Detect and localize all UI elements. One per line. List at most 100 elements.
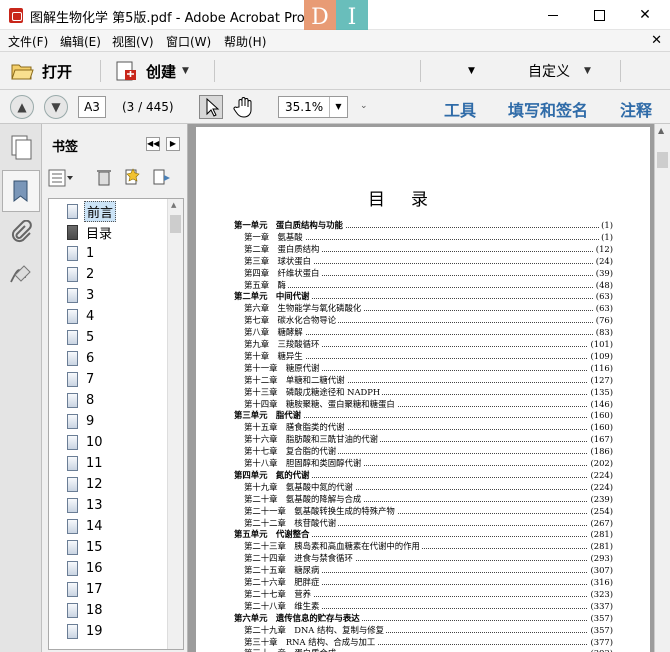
bookmark-item[interactable]: 7: [67, 369, 94, 389]
bookmark-item[interactable]: 5: [67, 327, 94, 347]
bookmark-item[interactable]: 16: [67, 558, 103, 578]
bookmark-item[interactable]: 目录: [67, 222, 112, 242]
bookmark-item[interactable]: 14: [67, 516, 103, 536]
bookmark-item[interactable]: 15: [67, 537, 103, 557]
menu-edit[interactable]: 编辑(E): [60, 33, 101, 50]
document-viewport[interactable]: 目录 第一单元 蛋白质结构与功能 (1) 第一章 氨基酸 (1) 第二章 蛋白质结构 (1…: [188, 124, 670, 652]
toc-chapter-entry[interactable]: 第十三章 磷酸戊糖途径和 NADPH (135): [244, 386, 613, 398]
toc-entry-page: (316): [588, 577, 613, 588]
bookmark-tree[interactable]: ▲ 前言 目录 1 2 3 4 5 6 7 8 9 10 11 12 13 14 15 16 17 18 19: [48, 198, 184, 650]
expand-bookmark-icon[interactable]: [152, 168, 172, 186]
toc-chapter-entry[interactable]: 第二十三章 胰岛素和高血糖素在代谢中的作用 (281): [244, 541, 613, 553]
close-button[interactable]: ✕: [622, 0, 668, 30]
minimize-button[interactable]: [530, 0, 576, 30]
menu-file[interactable]: 文件(F): [8, 33, 48, 50]
bookmark-item[interactable]: 前言: [67, 200, 117, 222]
create-button[interactable]: 创建 ▼: [114, 56, 189, 86]
toc-unit-entry[interactable]: 第五单元 代谢整合 (281): [234, 529, 613, 541]
menu-view[interactable]: 视图(V): [112, 33, 154, 50]
toc-chapter-entry[interactable]: 第九章 三羧酸循环 (101): [244, 339, 613, 350]
toc-unit-entry[interactable]: 第二单元 中间代谢 (63): [234, 291, 613, 303]
bookmark-item[interactable]: 10: [67, 432, 103, 452]
toc-chapter-entry[interactable]: 第十八章 胆固醇和类固醇代谢 (202): [244, 458, 613, 469]
toc-chapter-entry[interactable]: 第二十九章 DNA 结构、复制与修复 (357): [244, 624, 613, 636]
toc-chapter-entry[interactable]: 第六章 生物能学与氧化磷酸化 (63): [244, 303, 613, 315]
open-button[interactable]: 打开: [10, 56, 72, 86]
options-menu-icon[interactable]: [48, 168, 74, 188]
zoom-select[interactable]: 35.1% ▼: [278, 96, 348, 118]
toc-chapter-entry[interactable]: 第四章 纤维状蛋白 (39): [244, 267, 613, 279]
toc-chapter-entry[interactable]: 第二十六章 肥胖症 (316): [244, 577, 613, 588]
toc-chapter-entry[interactable]: 第一章 氨基酸 (1): [244, 231, 613, 243]
toc-chapter-entry[interactable]: 第二十五章 糖尿病 (307): [244, 565, 613, 577]
toc-chapter-entry[interactable]: 第二十章 氨基酸的降解与合成 (239): [244, 493, 613, 505]
toc-chapter-entry[interactable]: 第三十章 RNA 结构、合成与加工 (377): [244, 636, 613, 648]
toc-chapter-entry[interactable]: 第十七章 复合脂的代谢 (186): [244, 446, 613, 458]
toc-chapter-entry[interactable]: 第二十二章 核苷酸代谢 (267): [244, 517, 613, 529]
bookmark-item[interactable]: 18: [67, 600, 103, 620]
toc-chapter-entry[interactable]: 第八章 糖酵解 (83): [244, 327, 613, 339]
bookmark-item[interactable]: 1: [67, 243, 94, 263]
select-tool-button[interactable]: [199, 95, 223, 119]
chevron-down-icon: ▼: [584, 66, 591, 76]
toc-chapter-entry[interactable]: 第十四章 糖胺聚糖、蛋白聚糖和糖蛋白 (146): [244, 398, 613, 410]
bookmark-item[interactable]: 11: [67, 453, 103, 473]
hand-tool-button[interactable]: [233, 95, 257, 119]
toc-chapter-entry[interactable]: 第二十八章 维生素 (337): [244, 600, 613, 612]
tools-pane-button[interactable]: 工具: [444, 97, 476, 121]
panel-options-button[interactable]: ▶: [166, 137, 180, 151]
bookmarks-tab[interactable]: [2, 170, 40, 212]
toc-unit-entry[interactable]: 第一单元 蛋白质结构与功能 (1): [234, 220, 613, 231]
bookmark-item[interactable]: 12: [67, 474, 103, 494]
bookmark-item[interactable]: 19: [67, 621, 103, 641]
bookmark-item[interactable]: 3: [67, 285, 94, 305]
next-page-button[interactable]: ▼: [44, 95, 68, 119]
toc-unit-entry[interactable]: 第六单元 遗传信息的贮存与表达 (357): [234, 612, 613, 624]
previous-page-button[interactable]: ▲: [10, 95, 34, 119]
new-bookmark-icon[interactable]: [124, 168, 142, 186]
toc-chapter-entry[interactable]: 第十二章 单糖和二糖代谢 (127): [244, 374, 613, 386]
toc-chapter-entry[interactable]: 第五章 酶 (48): [244, 279, 613, 291]
bookmark-item[interactable]: 9: [67, 411, 94, 431]
menu-window[interactable]: 窗口(W): [166, 33, 211, 50]
page-thumbnails-icon[interactable]: [8, 134, 34, 160]
toc-chapter-entry[interactable]: 第十一章 糖原代谢 (116): [244, 362, 613, 374]
collapse-panel-button[interactable]: ◀◀: [146, 137, 160, 151]
toc-unit-entry[interactable]: 第三单元 脂代谢 (160): [234, 410, 613, 422]
toc-unit-entry[interactable]: 第四单元 氮的代谢 (224): [234, 469, 613, 481]
toc-chapter-entry[interactable]: 第十章 糖异生 (109): [244, 350, 613, 362]
bookmark-item[interactable]: 13: [67, 495, 103, 515]
close-document-icon[interactable]: ✕: [651, 33, 662, 48]
bookmark-item[interactable]: 4: [67, 306, 94, 326]
signatures-icon[interactable]: [8, 262, 34, 288]
toc-chapter-entry[interactable]: 第十九章 氨基酸中氮的代谢 (224): [244, 481, 613, 493]
bookmark-item[interactable]: 6: [67, 348, 94, 368]
gear-dropdown-icon[interactable]: ▼: [468, 66, 475, 76]
toc-chapter-entry[interactable]: 第七章 碳水化合物导论 (76): [244, 315, 613, 327]
more-tools-icon[interactable]: ⌄: [360, 101, 368, 111]
toc-chapter-entry[interactable]: 第十六章 脂肪酸和三酰甘油的代谢 (167): [244, 434, 613, 446]
customize-button[interactable]: 自定义 ▼: [528, 56, 591, 86]
toc-chapter-entry[interactable]: 第二十一章 氨基酸转换生成的特殊产物 (254): [244, 505, 613, 517]
toc-chapter-entry[interactable]: 第三十一章 蛋白质合成 (393): [244, 648, 613, 652]
toc-chapter-entry[interactable]: 第二十四章 进食与禁食循环 (293): [244, 553, 613, 565]
toc-entry-title: 第三十章 RNA 结构、合成与加工: [244, 636, 378, 648]
maximize-button[interactable]: [576, 0, 622, 30]
toc-entry-title: 第十五章 膳食脂类的代谢: [244, 422, 347, 434]
toc-chapter-entry[interactable]: 第三章 球状蛋白 (24): [244, 255, 613, 267]
document-scrollbar[interactable]: ▲: [654, 124, 670, 652]
toc-chapter-entry[interactable]: 第二章 蛋白质结构 (12): [244, 243, 613, 255]
bookmarks-scrollbar[interactable]: ▲: [167, 199, 183, 649]
scroll-up-icon[interactable]: ▲: [658, 126, 664, 135]
attachments-icon[interactable]: [8, 220, 34, 246]
bookmark-item[interactable]: 8: [67, 390, 94, 410]
bookmark-item[interactable]: 2: [67, 264, 94, 284]
bookmark-item[interactable]: 17: [67, 579, 103, 599]
delete-icon[interactable]: [96, 168, 112, 186]
menu-help[interactable]: 帮助(H): [224, 33, 266, 50]
toc-chapter-entry[interactable]: 第二十七章 营养 (323): [244, 588, 613, 600]
toc-chapter-entry[interactable]: 第十五章 膳食脂类的代谢 (160): [244, 422, 613, 434]
page-number-input[interactable]: A3: [78, 96, 106, 118]
fill-sign-pane-button[interactable]: 填写和签名: [508, 97, 588, 121]
comment-pane-button[interactable]: 注释: [620, 97, 652, 121]
